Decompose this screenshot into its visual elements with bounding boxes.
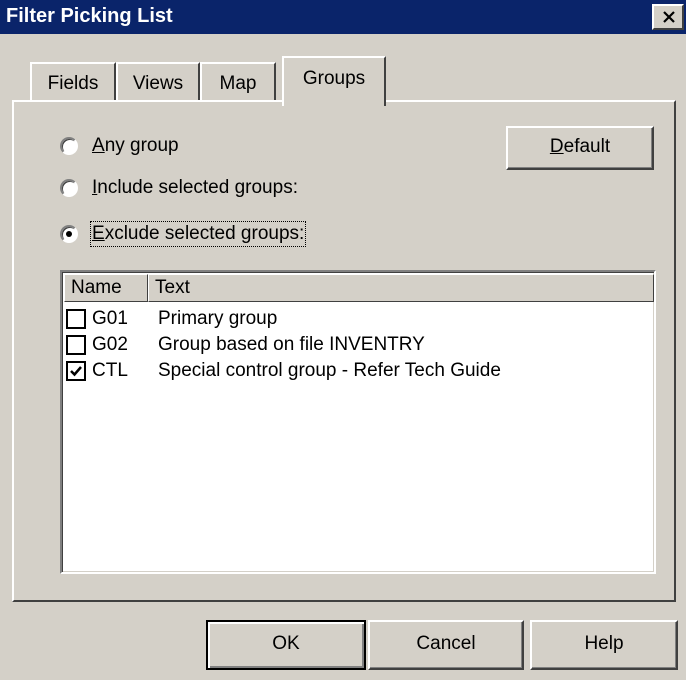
label-rest: nclude selected groups:	[97, 177, 298, 198]
ok-button[interactable]: OK	[206, 620, 366, 670]
group-name: G02	[92, 334, 128, 355]
label-rest: ny group	[104, 135, 179, 156]
label-rest: xclude selected groups:	[104, 223, 305, 244]
tab-label: Groups	[302, 68, 366, 89]
title-bar[interactable]: Filter Picking List	[0, 0, 686, 34]
radio-include-selected-groups[interactable]: Include selected groups:	[60, 174, 298, 202]
mnemonic: A	[92, 135, 105, 156]
close-button[interactable]	[652, 4, 684, 30]
button-label: OK	[272, 633, 300, 654]
button-label: Help	[584, 633, 624, 654]
radio-button[interactable]	[60, 179, 78, 197]
row-checkbox[interactable]	[66, 335, 86, 355]
list-item[interactable]: G02 Group based on file INVENTRY	[66, 332, 654, 358]
radio-exclude-selected-groups[interactable]: Exclude selected groups:	[60, 220, 307, 248]
radio-button[interactable]	[60, 225, 78, 243]
row-checkbox[interactable]	[66, 361, 86, 381]
radio-button[interactable]	[60, 137, 78, 155]
radio-label: Exclude selected groups:	[89, 221, 307, 247]
checkmark-icon	[70, 366, 82, 377]
group-name: G01	[92, 308, 128, 329]
filter-picking-list-dialog: Filter Picking List Fields Views Map Gro…	[0, 0, 686, 680]
tab-label: Map	[219, 73, 257, 94]
close-icon	[663, 11, 675, 23]
tab-groups[interactable]: Groups	[282, 56, 386, 106]
group-text: Special control group - Refer Tech Guide	[158, 360, 501, 381]
window-title: Filter Picking List	[6, 5, 173, 27]
default-button[interactable]: Default	[506, 126, 654, 170]
list-item[interactable]: CTL Special control group - Refer Tech G…	[66, 358, 654, 384]
button-label: Cancel	[416, 633, 476, 654]
mnemonic: E	[92, 223, 105, 244]
row-checkbox[interactable]	[66, 309, 86, 329]
mnemonic: D	[549, 136, 564, 157]
radio-label: Include selected groups:	[92, 177, 298, 199]
groups-list[interactable]: Name Text G01 Primary group G02 Group ba…	[60, 270, 656, 574]
cancel-button[interactable]: Cancel	[368, 620, 524, 670]
button-label: efault	[563, 136, 611, 157]
radio-any-group[interactable]: Any group	[60, 132, 179, 160]
list-item[interactable]: G01 Primary group	[66, 306, 654, 332]
tab-label: Views	[132, 73, 184, 94]
list-header: Name Text	[64, 274, 654, 302]
column-header-name[interactable]: Name	[64, 274, 148, 302]
column-header-text[interactable]: Text	[148, 274, 654, 302]
group-text: Primary group	[158, 308, 278, 329]
group-name: CTL	[92, 360, 128, 381]
tab-label: Fields	[47, 73, 99, 94]
radio-label: Any group	[92, 135, 179, 157]
help-button[interactable]: Help	[530, 620, 678, 670]
group-text: Group based on file INVENTRY	[158, 334, 425, 355]
